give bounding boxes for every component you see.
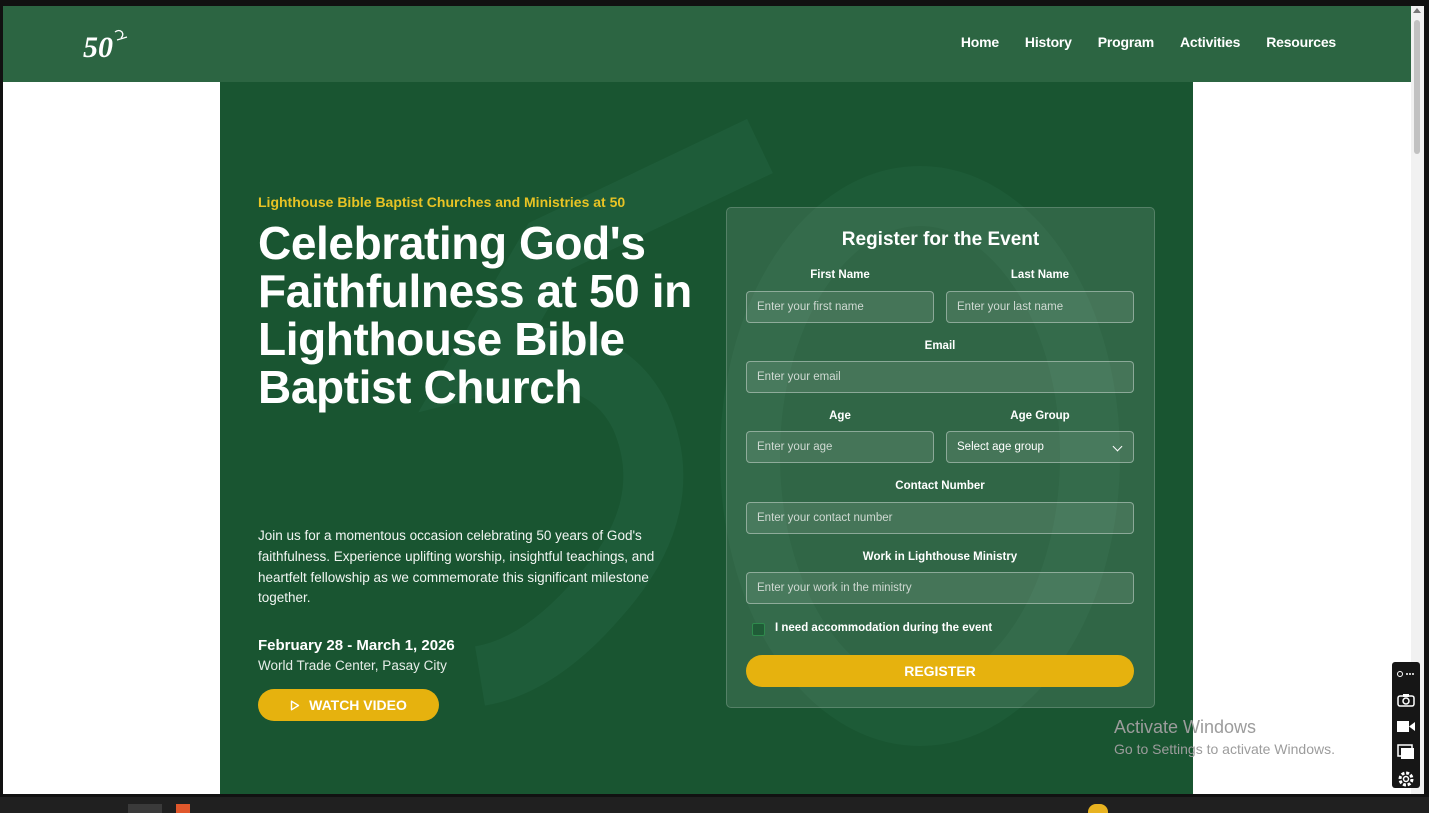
hero-eyebrow: Lighthouse Bible Baptist Churches and Mi…: [258, 194, 626, 210]
taskbar-tray-icon[interactable]: [1088, 804, 1108, 813]
age-group-select[interactable]: Select age group: [946, 431, 1134, 463]
activate-title: Activate Windows: [1114, 717, 1257, 737]
scroll-thumb[interactable]: [1414, 20, 1420, 154]
taskbar-app-icon[interactable]: [176, 804, 190, 813]
age-group-label: Age Group: [1010, 410, 1070, 422]
taskbar-app-active[interactable]: [128, 804, 162, 813]
age-input[interactable]: Enter your age: [746, 431, 934, 463]
activate-subtitle: Go to Settings to activate Windows.: [1114, 741, 1335, 757]
nav-program[interactable]: Program: [1098, 34, 1154, 50]
capture-toolbar: [1392, 662, 1420, 788]
play-icon: [290, 700, 300, 710]
first-name-input[interactable]: Enter your first name: [746, 291, 934, 323]
watch-video-label: WATCH VIDEO: [309, 697, 407, 713]
logo-50-icon: 50: [83, 29, 128, 64]
event-venue: World Trade Center, Pasay City: [258, 658, 447, 673]
accommodation-checkbox[interactable]: [752, 623, 765, 636]
activate-windows-watermark: Activate Windows Go to Settings to activ…: [1114, 717, 1335, 757]
video-icon[interactable]: [1396, 718, 1416, 735]
contact-input[interactable]: Enter your contact number: [746, 502, 1134, 534]
nav-home[interactable]: Home: [961, 34, 999, 50]
nav-resources[interactable]: Resources: [1266, 34, 1336, 50]
email-input[interactable]: Enter your email: [746, 361, 1134, 393]
watch-video-button[interactable]: WATCH VIDEO: [258, 689, 439, 721]
site-header: 50 Home History Program Activities Resou…: [3, 6, 1411, 82]
nav-history[interactable]: History: [1025, 34, 1072, 50]
work-label: Work in Lighthouse Ministry: [862, 551, 1018, 563]
contact-label: Contact Number: [895, 480, 985, 492]
browser-viewport: 50 Home History Program Activities Resou…: [3, 6, 1411, 794]
scroll-up-arrow-icon[interactable]: [1413, 8, 1421, 13]
main-nav: Home History Program Activities Resource…: [961, 34, 1336, 50]
age-label: Age: [829, 410, 851, 422]
email-label: Email: [924, 340, 956, 352]
chevron-down-icon: [1112, 441, 1123, 452]
hero-description: Join us for a momentous occasion celebra…: [258, 528, 655, 606]
hero-headline: Celebrating God's Faithfulness at 50 in …: [258, 217, 692, 413]
nav-activities[interactable]: Activities: [1180, 34, 1240, 50]
register-button[interactable]: REGISTER: [746, 655, 1134, 687]
gear-icon[interactable]: [1396, 770, 1416, 788]
camera-icon[interactable]: [1396, 691, 1416, 708]
event-date: February 28 - March 1, 2026: [258, 637, 455, 654]
first-name-label: First Name: [810, 269, 870, 281]
accommodation-label: I need accommodation during the event: [775, 622, 993, 634]
age-group-value: Select age group: [957, 441, 1044, 453]
work-input[interactable]: Enter your work in the ministry: [746, 572, 1134, 604]
toolbar-more-icon[interactable]: [1396, 665, 1416, 682]
site-logo[interactable]: 50: [81, 26, 131, 64]
last-name-input[interactable]: Enter your last name: [946, 291, 1134, 323]
logo-text: 50: [83, 31, 113, 62]
window-capture-icon[interactable]: [1396, 744, 1416, 761]
form-title: Register for the Event: [841, 229, 1040, 250]
hero-section: Lighthouse Bible Baptist Churches and Mi…: [220, 36, 1193, 794]
os-taskbar: [0, 797, 1429, 813]
registration-form: Register for the Event First Name Last N…: [726, 207, 1155, 708]
last-name-label: Last Name: [1010, 269, 1070, 281]
